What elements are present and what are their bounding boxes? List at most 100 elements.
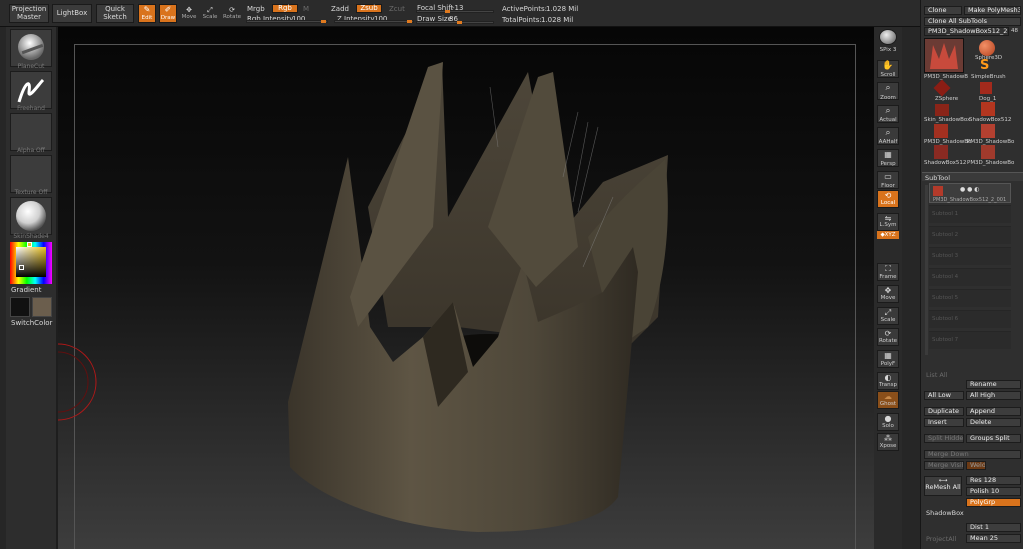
move-button[interactable]: ✥ Move (180, 4, 198, 23)
delete-button[interactable]: Delete (966, 418, 1021, 427)
xyz-button[interactable]: ◆XYZ (877, 231, 899, 239)
scale-button[interactable]: ⤢ Scale (201, 4, 219, 23)
color-picker[interactable] (10, 242, 52, 284)
clone-button[interactable]: Clone (924, 6, 962, 15)
sphere3d-tool-icon[interactable] (979, 40, 995, 56)
all-low-button[interactable]: All Low (924, 391, 964, 400)
shadowbox512-tool-icon[interactable] (981, 102, 995, 116)
projection-master-button[interactable]: Projection Master (9, 4, 49, 23)
subtool-slot-2-label: Subtool 2 (932, 232, 959, 238)
zsphere-tool-icon[interactable] (933, 79, 951, 97)
crown-tool-icon (930, 43, 958, 69)
stroke-picker[interactable] (10, 71, 52, 109)
list-all-button[interactable]: List All (926, 371, 948, 379)
mean-slider[interactable]: Mean 25 (966, 534, 1021, 543)
merge-down-button[interactable]: Merge Down (924, 450, 1021, 459)
merge-visible-button[interactable]: Merge Visible (924, 461, 964, 470)
shadowbox512-tool-icon-b[interactable] (934, 145, 948, 159)
subtool-scrollbar[interactable] (925, 185, 928, 355)
draw-label: Draw (160, 14, 176, 21)
focal-shift-slider[interactable] (416, 10, 494, 13)
shadowbox-button[interactable]: ShadowBox (926, 509, 964, 517)
all-high-button[interactable]: All High (966, 391, 1021, 400)
ghost-label: Ghost (879, 401, 897, 407)
focal-shift-knob[interactable] (445, 10, 450, 13)
hue-marker[interactable] (27, 242, 32, 247)
secondary-color-swatch[interactable] (32, 297, 52, 317)
simplebrush-tool-icon[interactable]: S (980, 58, 989, 73)
make-polymesh-button[interactable]: Make PolyMesh3D (964, 6, 1021, 15)
edit-icon: ✎ (143, 5, 151, 15)
res-label: Res (970, 476, 982, 484)
z-intensity-knob[interactable] (407, 20, 412, 23)
dog-tool-icon[interactable] (980, 82, 992, 94)
subtool-slot-6[interactable]: Subtool 6 (929, 310, 1011, 328)
projectall-button[interactable]: ProjectAll (926, 535, 956, 543)
alpha-picker[interactable] (10, 113, 52, 151)
switch-color-button[interactable]: SwitchColor (11, 319, 52, 327)
right-view-toolbar: SPix 3 ✋ Scroll ⌕ Zoom ⌕ Actual ⌕ AAHalf… (874, 27, 902, 549)
subtool-active-slot[interactable]: ● ● ◐ PM3D_ShadowBox512_2_001 (929, 183, 1011, 203)
primary-color-swatch[interactable] (10, 297, 30, 317)
res-slider[interactable]: Res 128 (966, 476, 1021, 485)
weld-button[interactable]: Weld (966, 461, 986, 470)
subtool-slot-1[interactable]: Subtool 1 (929, 205, 1011, 223)
dist-slider[interactable]: Dist 1 (966, 523, 1021, 532)
crown-model[interactable] (58, 27, 874, 549)
rgb-intensity-slider[interactable] (246, 20, 328, 23)
clone-all-subtools-button[interactable]: Clone All SubTools (924, 17, 1021, 26)
gradient-toggle[interactable]: Gradient (11, 286, 41, 294)
draw-size-knob[interactable] (457, 21, 462, 24)
draw-button[interactable]: ✐ Draw (159, 4, 177, 23)
subtool-slot-3[interactable]: Subtool 3 (929, 247, 1011, 265)
subtool-header[interactable]: SubTool (922, 172, 1023, 182)
z-intensity-slider[interactable] (334, 20, 414, 23)
mrgb-toggle[interactable]: Mrgb (247, 5, 265, 13)
rgb-toggle[interactable]: Rgb (272, 4, 298, 13)
append-button[interactable]: Append (966, 407, 1021, 416)
color-marker[interactable] (19, 265, 24, 270)
m-toggle[interactable]: M (303, 5, 309, 13)
polish-slider[interactable]: Polish 10 (966, 487, 1021, 496)
subtool-slot-4[interactable]: Subtool 4 (929, 268, 1011, 286)
transp-icon: ◐ (884, 373, 892, 382)
zadd-toggle[interactable]: Zadd (331, 5, 349, 13)
duplicate-button[interactable]: Duplicate (924, 407, 964, 416)
current-tool-slider[interactable]: PM3D_ShadowBox512_2 (924, 27, 1009, 36)
spix-sphere-icon[interactable] (879, 29, 897, 45)
document-canvas[interactable] (58, 27, 874, 549)
subtool-slot-2[interactable]: Subtool 2 (929, 226, 1011, 244)
subtool-visibility-icon[interactable]: ● ● ◐ (960, 186, 980, 193)
edit-button[interactable]: ✎ Edit (138, 4, 156, 23)
pm3d-tool-icon-b[interactable] (981, 124, 995, 138)
color-square[interactable] (16, 247, 46, 277)
subtool-slot-5[interactable]: Subtool 5 (929, 289, 1011, 307)
subtool-slot-7[interactable]: Subtool 7 (929, 331, 1011, 349)
material-picker[interactable] (10, 197, 52, 235)
remesh-all-button[interactable]: ⟷ ReMesh All (924, 476, 962, 496)
groups-split-button[interactable]: Groups Split (966, 434, 1021, 443)
quick-sketch-button[interactable]: Quick Sketch (96, 4, 134, 23)
pm3d-tool-icon-a[interactable] (934, 124, 948, 138)
tool-caption-5: Skin_ShadowBox (924, 117, 971, 123)
texture-picker[interactable] (10, 155, 52, 193)
actual-icon: ⌕ (885, 106, 891, 116)
zsub-toggle[interactable]: Zsub (356, 4, 382, 13)
tool-thumb-current[interactable] (924, 38, 964, 73)
lightbox-button[interactable]: LightBox (52, 4, 92, 23)
scale-view-label: Scale (880, 317, 896, 323)
zcut-toggle[interactable]: Zcut (389, 5, 405, 13)
subtool-slot-5-label: Subtool 5 (932, 295, 959, 301)
draw-size-slider[interactable] (416, 21, 494, 24)
split-hidden-button[interactable]: Split Hidden (924, 434, 964, 443)
rename-button[interactable]: Rename (966, 380, 1021, 389)
skin-shadowbox-tool-icon[interactable] (935, 104, 949, 116)
insert-button[interactable]: Insert (924, 418, 964, 427)
right-tray-handle[interactable] (902, 27, 920, 549)
polygrp-toggle[interactable]: PolyGrp (966, 498, 1021, 507)
pm3d-tool-icon-c[interactable] (981, 145, 995, 159)
rotate-button[interactable]: ⟳ Rotate (222, 4, 242, 23)
brush-picker[interactable] (10, 29, 52, 67)
lsym-label: L.Sym (879, 222, 897, 228)
rgb-intensity-knob[interactable] (321, 20, 326, 23)
